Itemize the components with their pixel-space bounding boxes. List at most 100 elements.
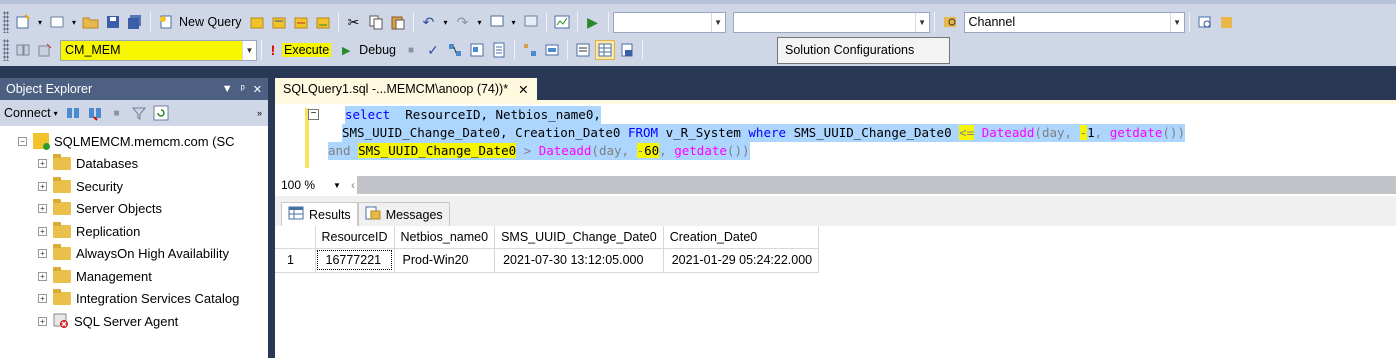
dmx-query-icon[interactable] xyxy=(291,12,311,32)
expand-icon[interactable]: + xyxy=(38,226,47,236)
chevron-down-icon[interactable]: ▾ xyxy=(475,12,485,32)
table-cell[interactable]: 16777221 xyxy=(315,248,395,273)
execute-button[interactable]: Execute xyxy=(282,43,332,57)
close-icon[interactable]: ✕ xyxy=(518,82,528,97)
column-header[interactable]: Creation_Date0 xyxy=(663,226,820,249)
expand-icon[interactable]: + xyxy=(38,181,47,191)
results-to-file-icon[interactable] xyxy=(617,40,637,60)
query-editor[interactable]: − select ResourceID, Netbios_name0, SMS_… xyxy=(275,100,1396,174)
solution-explorer-icon[interactable] xyxy=(1195,12,1215,32)
parse-icon[interactable]: ✓ xyxy=(423,40,443,60)
horizontal-scrollbar[interactable] xyxy=(357,176,1396,194)
paste-icon[interactable] xyxy=(388,12,408,32)
stop-icon[interactable]: ■ xyxy=(401,40,421,60)
tree-node-replication[interactable]: + Replication xyxy=(0,220,268,243)
disconnect-icon[interactable] xyxy=(85,103,105,123)
column-header[interactable]: SMS_UUID_Change_Date0 xyxy=(494,226,664,249)
chevron-down-icon[interactable]: ▾ xyxy=(54,109,58,118)
tree-node-server-objects[interactable]: + Server Objects xyxy=(0,198,268,221)
copy-icon[interactable] xyxy=(366,12,386,32)
tree-node-security[interactable]: + Security xyxy=(0,175,268,198)
new-query-icon[interactable] xyxy=(156,12,176,32)
toolbar-grip[interactable] xyxy=(3,11,9,33)
save-all-icon[interactable] xyxy=(125,12,145,32)
activity-monitor-icon[interactable] xyxy=(552,12,572,32)
connect-icon[interactable] xyxy=(13,40,33,60)
query-designer-icon[interactable] xyxy=(467,40,487,60)
solution-platforms-dropdown[interactable]: ▼ xyxy=(732,11,930,33)
zoom-dropdown[interactable]: 100 % ▼ ‹ xyxy=(275,178,357,192)
connect-button[interactable]: Connect xyxy=(4,106,51,120)
find-in-files-icon[interactable] xyxy=(940,12,960,32)
undo-icon[interactable]: ↶ xyxy=(419,12,439,32)
refresh-icon[interactable] xyxy=(151,103,171,123)
pin-icon[interactable]: ᵖ xyxy=(241,83,245,96)
expand-icon[interactable]: + xyxy=(38,271,47,281)
navigate-backward-icon[interactable] xyxy=(487,12,507,32)
find-combo[interactable]: Channel ▼ xyxy=(963,11,1185,33)
row-number-header[interactable] xyxy=(275,226,316,249)
collapse-icon[interactable]: − xyxy=(308,109,319,120)
available-databases-dropdown[interactable]: CM_MEM ▼ xyxy=(60,39,257,61)
redo-icon[interactable]: ↷ xyxy=(453,12,473,32)
navigate-forward-icon[interactable] xyxy=(521,12,541,32)
xmla-query-icon[interactable] xyxy=(313,12,333,32)
expand-icon[interactable]: + xyxy=(38,294,47,304)
execute-icon[interactable]: ! xyxy=(267,40,279,60)
tab-messages[interactable]: Messages xyxy=(357,202,450,226)
chevron-down-icon[interactable]: ▼ xyxy=(710,12,725,32)
collapse-icon[interactable]: − xyxy=(18,136,27,146)
chevron-down-icon[interactable]: ▼ xyxy=(242,40,256,60)
expand-icon[interactable]: + xyxy=(38,204,47,214)
database-engine-query-icon[interactable] xyxy=(247,12,267,32)
expand-icon[interactable]: + xyxy=(38,159,47,169)
row-number[interactable]: 1 xyxy=(275,248,316,273)
properties-icon[interactable] xyxy=(1217,12,1237,32)
filter-icon[interactable] xyxy=(129,103,149,123)
chevron-down-icon[interactable]: ▾ xyxy=(35,12,45,32)
table-cell[interactable]: 2021-07-30 13:12:05.000 xyxy=(494,248,664,273)
stop-icon[interactable]: ■ xyxy=(107,103,127,123)
column-header[interactable]: ResourceID xyxy=(315,226,395,249)
start-icon[interactable]: ▶ xyxy=(583,12,603,32)
tab-sqlquery1[interactable]: SQLQuery1.sql -...MEMCM\anoop (74))* ✕ xyxy=(275,78,537,100)
tree-node-sql-server-agent[interactable]: + SQL Server Agent xyxy=(0,310,268,333)
chevron-down-icon[interactable]: ▼ xyxy=(1169,12,1184,32)
live-query-statistics-icon[interactable] xyxy=(542,40,562,60)
expand-icon[interactable]: + xyxy=(38,316,47,326)
tab-results[interactable]: Results xyxy=(281,202,358,226)
add-item-icon[interactable] xyxy=(47,12,67,32)
tree-node-integration-services[interactable]: + Integration Services Catalog xyxy=(0,288,268,311)
toolbar-overflow-icon[interactable]: » xyxy=(257,108,262,118)
chevron-down-icon[interactable]: ▾ xyxy=(69,12,79,32)
column-header[interactable]: Netbios_name0 xyxy=(394,226,496,249)
chevron-down-icon[interactable]: ▾ xyxy=(441,12,451,32)
close-icon[interactable]: ✕ xyxy=(253,83,262,96)
results-to-text-icon[interactable] xyxy=(573,40,593,60)
tree-node-alwayson[interactable]: + AlwaysOn High Availability xyxy=(0,243,268,266)
save-icon[interactable] xyxy=(103,12,123,32)
table-row[interactable]: 1 16777221 Prod-Win20 2021-07-30 13:12:0… xyxy=(275,248,820,273)
debug-button[interactable]: Debug xyxy=(359,43,396,57)
chevron-down-icon[interactable]: ▼ xyxy=(333,181,341,190)
expand-icon[interactable]: + xyxy=(38,249,47,259)
solution-configurations-dropdown[interactable]: ▼ xyxy=(612,11,726,33)
window-position-icon[interactable]: ▼ xyxy=(222,83,233,96)
table-cell[interactable]: Prod-Win20 xyxy=(394,248,496,273)
toolbar-grip[interactable] xyxy=(3,39,9,61)
new-query-button[interactable]: New Query xyxy=(179,15,242,29)
tree-node-server[interactable]: − SQLMEMCM.memcm.com (SC xyxy=(0,130,268,153)
change-connection-icon[interactable] xyxy=(35,40,55,60)
scroll-left-icon[interactable]: ‹ xyxy=(351,178,355,192)
chevron-down-icon[interactable]: ▾ xyxy=(509,12,519,32)
tree-node-databases[interactable]: + Databases xyxy=(0,153,268,176)
analysis-query-icon[interactable] xyxy=(269,12,289,32)
chevron-down-icon[interactable]: ▼ xyxy=(914,12,929,32)
table-cell[interactable]: 2021-01-29 05:24:22.000 xyxy=(663,248,820,273)
open-file-icon[interactable] xyxy=(81,12,101,32)
debug-icon[interactable]: ▶ xyxy=(336,40,356,60)
cut-icon[interactable]: ✂ xyxy=(344,12,364,32)
display-estimated-plan-icon[interactable] xyxy=(445,40,465,60)
new-project-icon[interactable] xyxy=(13,12,33,32)
results-to-grid-icon[interactable] xyxy=(595,40,616,60)
